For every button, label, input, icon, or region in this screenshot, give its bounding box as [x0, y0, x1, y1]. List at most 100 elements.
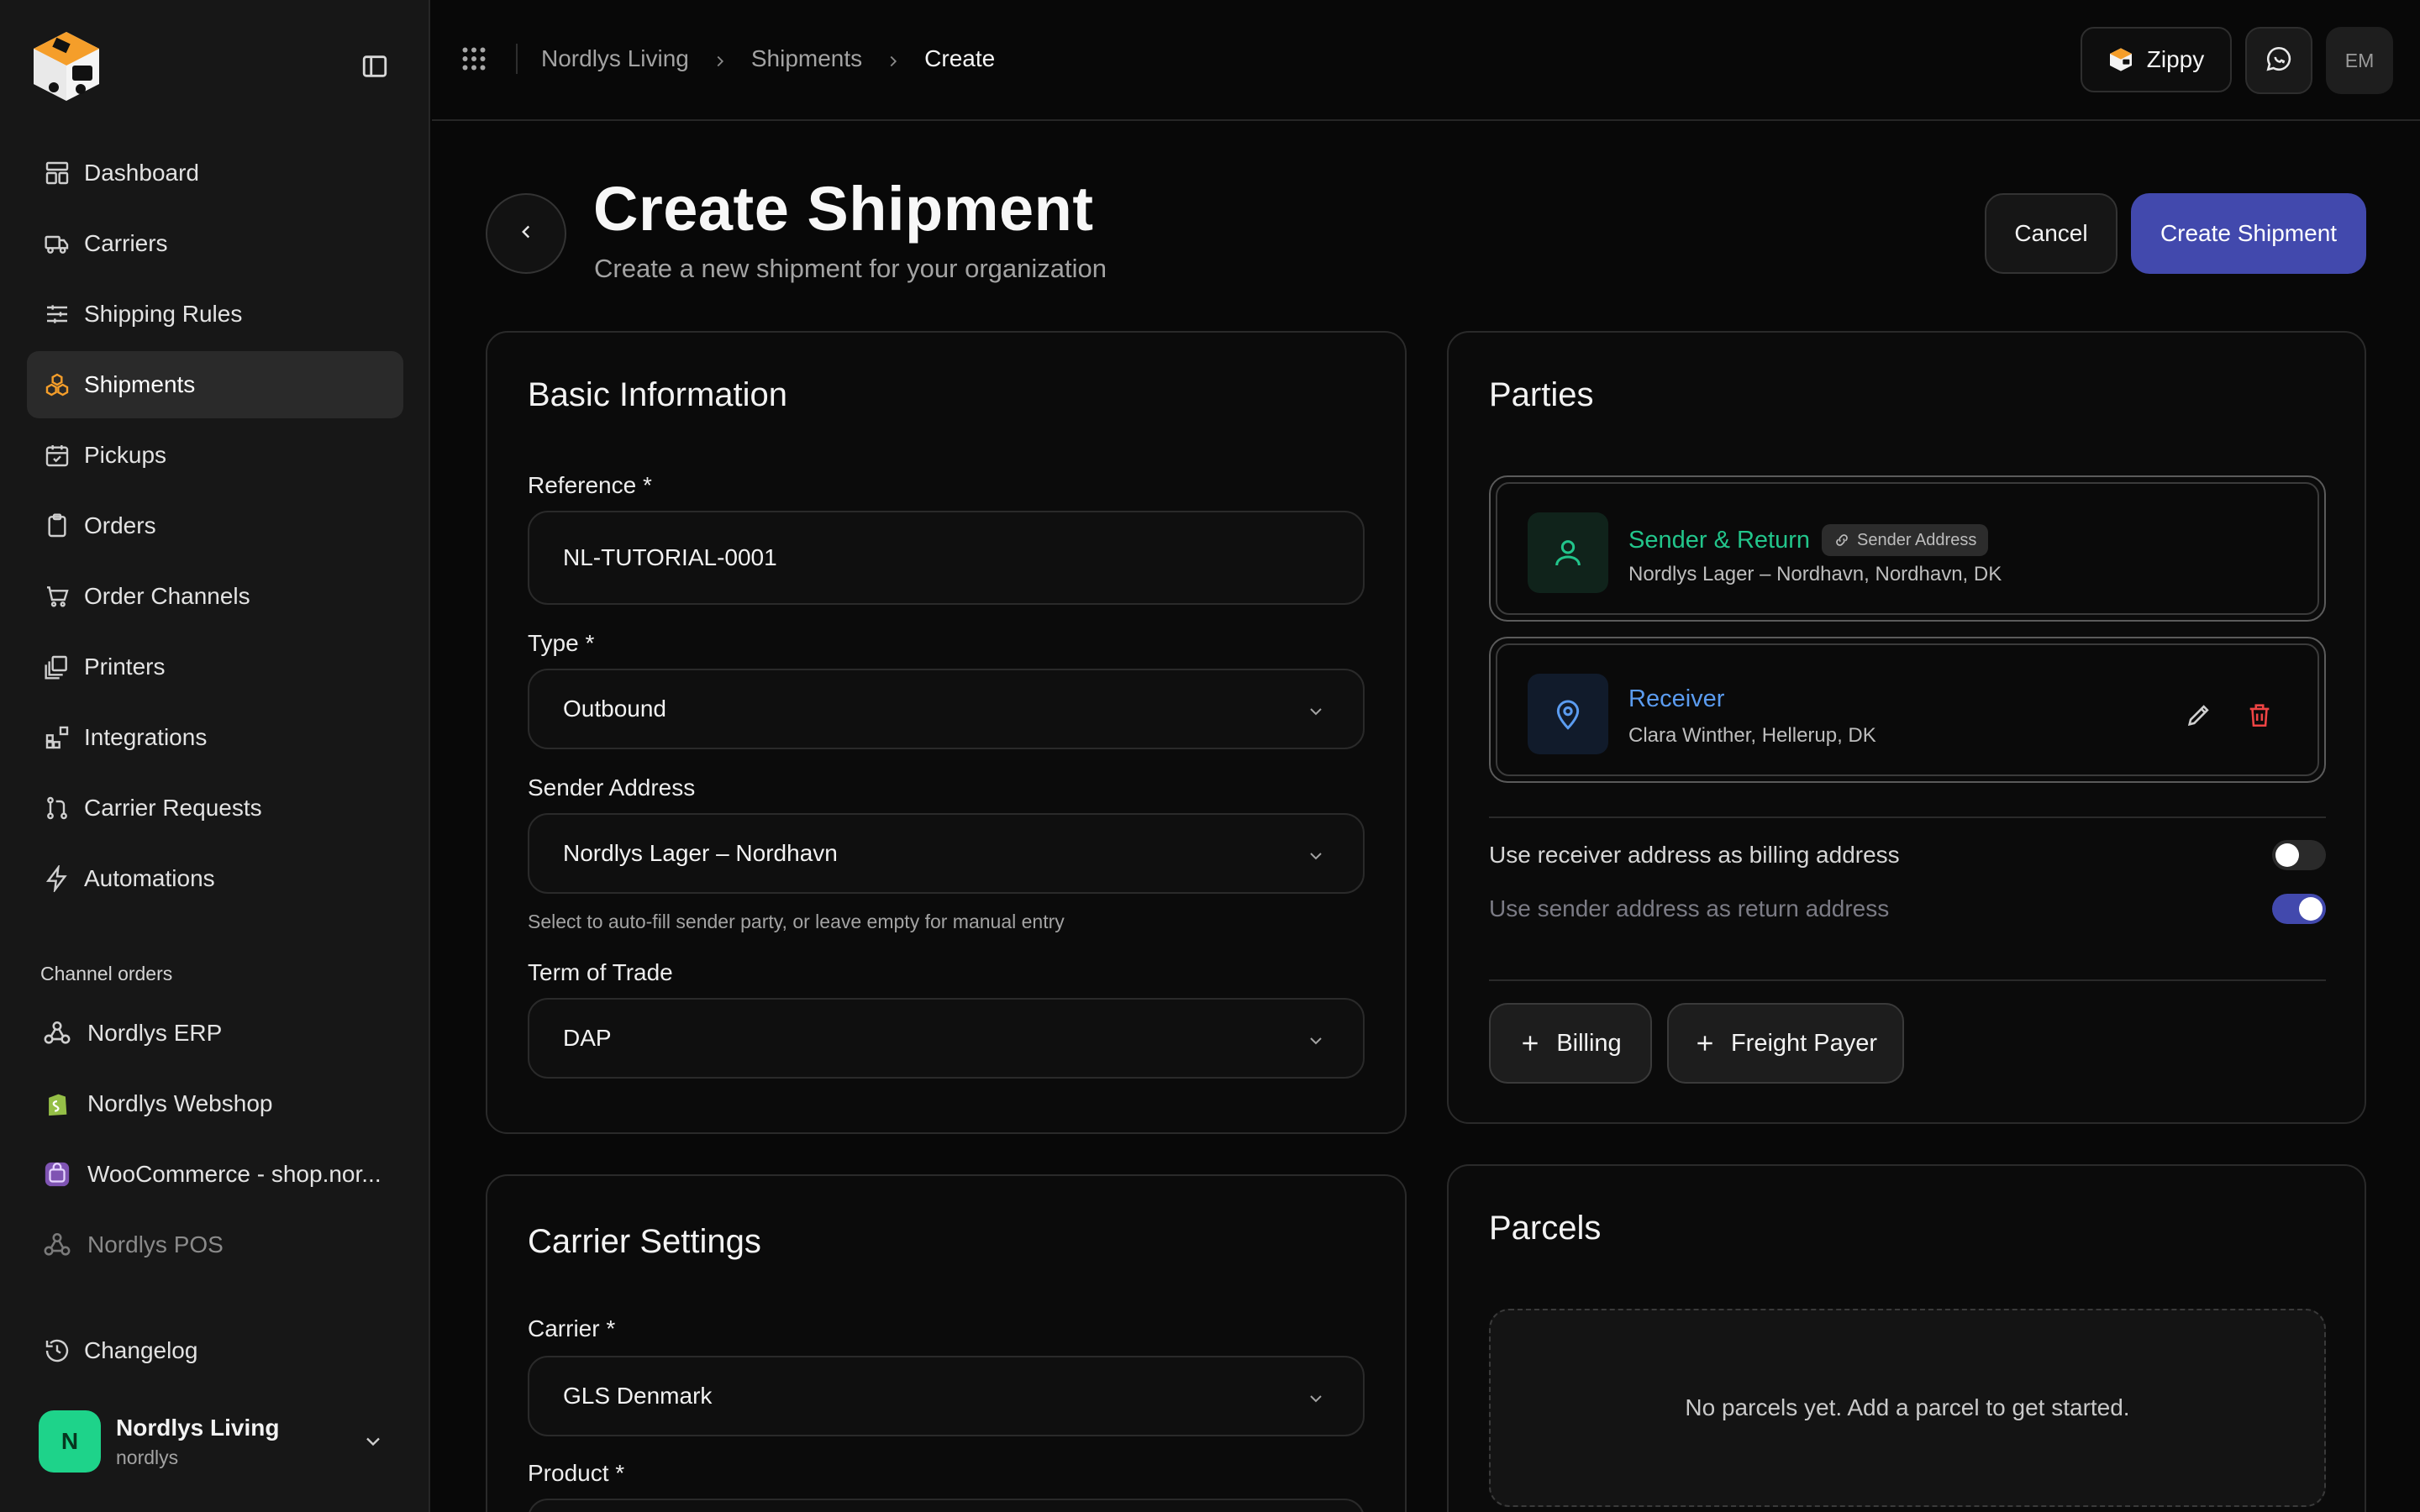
term-of-trade-select[interactable]: DAP	[528, 998, 1365, 1079]
user-icon	[1528, 512, 1608, 593]
channel-list: Nordlys ERP Nordlys Webshop WooCommerce …	[27, 1000, 403, 1282]
channel-item-woocommerce[interactable]: WooCommerce - shop.nor...	[27, 1141, 403, 1208]
sidebar-item-integrations[interactable]: Integrations	[27, 704, 403, 771]
return-toggle[interactable]	[2272, 894, 2326, 924]
toggle-knob	[2275, 843, 2299, 867]
channel-orders-heading: Channel orders	[40, 963, 173, 984]
chevron-down-icon	[1306, 1030, 1326, 1050]
channel-item-nordlys-pos[interactable]: Nordlys POS	[27, 1211, 403, 1278]
plus-icon	[1519, 1032, 1541, 1054]
topbar-divider	[516, 44, 518, 74]
page-title: Create Shipment	[593, 174, 1094, 244]
plus-icon	[1694, 1032, 1716, 1054]
sidebar-nav: Dashboard Carriers Shipping Rules Shipme…	[27, 139, 403, 916]
back-button[interactable]	[486, 193, 566, 274]
blocks-icon	[44, 724, 71, 751]
link-icon	[1833, 532, 1850, 549]
sidebar-item-automations[interactable]: Automations	[27, 845, 403, 912]
sidebar-item-shipments[interactable]: Shipments	[27, 351, 403, 418]
chevron-down-icon	[1306, 845, 1326, 865]
clipboard-icon	[44, 512, 71, 539]
sidebar-item-label: Carrier Requests	[84, 795, 262, 821]
git-pull-icon	[44, 795, 71, 822]
product-label: Product *	[528, 1460, 625, 1486]
chat-button[interactable]	[2245, 27, 2312, 94]
sidebar-toggle-icon[interactable]	[360, 52, 390, 81]
sidebar-item-shipping-rules[interactable]: Shipping Rules	[27, 281, 403, 348]
add-billing-button[interactable]: Billing	[1489, 1003, 1652, 1084]
channel-item-nordlys-erp[interactable]: Nordlys ERP	[27, 1000, 403, 1067]
sender-return-party[interactable]: Sender & Return Sender Address Nordlys L…	[1489, 475, 2326, 622]
cart-icon	[44, 583, 71, 610]
party-title: Receiver	[1628, 685, 1724, 713]
return-toggle-row: Use sender address as return address	[1489, 892, 2326, 926]
sidebar-item-printers[interactable]: Printers	[27, 633, 403, 701]
sidebar-item-dashboard[interactable]: Dashboard	[27, 139, 403, 207]
breadcrumb-current: Create	[924, 45, 996, 71]
card-title: Basic Information	[528, 376, 788, 413]
sidebar-item-pickups[interactable]: Pickups	[27, 422, 403, 489]
app-grid-icon[interactable]	[459, 44, 489, 74]
product-select[interactable]	[528, 1499, 1365, 1512]
card-title: Carrier Settings	[528, 1223, 761, 1260]
channel-item-nordlys-webshop[interactable]: Nordlys Webshop	[27, 1070, 403, 1137]
app-logo[interactable]	[29, 29, 104, 104]
dashboard-icon	[44, 160, 71, 186]
org-switcher[interactable]: N Nordlys Living nordlys	[39, 1410, 392, 1473]
divider	[1489, 979, 2326, 981]
trash-icon[interactable]	[2245, 701, 2274, 729]
sidebar-item-label: Shipping Rules	[84, 301, 243, 327]
sidebar-item-order-channels[interactable]: Order Channels	[27, 563, 403, 630]
type-label: Type *	[528, 630, 595, 656]
chevron-left-icon	[515, 221, 537, 247]
add-billing-label: Billing	[1556, 1029, 1622, 1057]
type-select[interactable]: Outbound	[528, 669, 1365, 749]
receiver-party[interactable]: Receiver Clara Winther, Hellerup, DK	[1489, 637, 2326, 783]
sender-address-value: Nordlys Lager – Nordhavn	[563, 840, 838, 866]
map-pin-icon	[1528, 674, 1608, 754]
sidebar-item-carrier-requests[interactable]: Carrier Requests	[27, 774, 403, 842]
reference-input[interactable]: NL-TUTORIAL-0001	[528, 511, 1365, 605]
cancel-button[interactable]: Cancel	[1985, 193, 2118, 274]
return-toggle-label: Use sender address as return address	[1489, 895, 1890, 921]
channel-label: Nordlys POS	[87, 1231, 224, 1257]
shopify-icon	[42, 1089, 72, 1119]
changelog-link[interactable]: Changelog	[44, 1337, 197, 1364]
sidebar-item-carriers[interactable]: Carriers	[27, 210, 403, 277]
divider	[1489, 816, 2326, 818]
tag-label: Sender Address	[1857, 530, 1977, 549]
page-subtitle: Create a new shipment for your organizat…	[594, 254, 1107, 283]
carrier-select[interactable]: GLS Denmark	[528, 1356, 1365, 1436]
zippy-label: Zippy	[2146, 46, 2205, 72]
sender-address-label: Sender Address	[528, 774, 696, 801]
sidebar-item-label: Shipments	[84, 371, 196, 397]
channel-label: Nordlys Webshop	[87, 1090, 273, 1116]
billing-toggle[interactable]	[2272, 840, 2326, 870]
user-avatar[interactable]: EM	[2326, 27, 2393, 94]
receiver-desc: Clara Winther, Hellerup, DK	[1628, 724, 1876, 747]
calendar-check-icon	[44, 442, 71, 469]
webhook-icon	[42, 1018, 72, 1048]
app-window: Dashboard Carriers Shipping Rules Shipme…	[0, 0, 2420, 1512]
sidebar-item-orders[interactable]: Orders	[27, 492, 403, 559]
parties-card: Parties Sender & Return Sender Address N…	[1447, 331, 2366, 1124]
sender-address-select[interactable]: Nordlys Lager – Nordhavn	[528, 813, 1365, 894]
toggle-knob	[2299, 897, 2323, 921]
boxes-icon	[44, 371, 71, 398]
chevron-right-icon	[711, 50, 729, 68]
lightning-icon	[44, 864, 71, 894]
pencil-icon[interactable]	[2185, 701, 2213, 729]
message-icon	[2265, 45, 2293, 77]
sidebar-item-label: Dashboard	[84, 160, 199, 186]
zippy-button[interactable]: Zippy	[2081, 27, 2232, 92]
sender-return-title: Sender & Return	[1628, 526, 1811, 554]
org-name: Nordlys Living	[116, 1414, 280, 1441]
add-freight-payer-button[interactable]: Freight Payer	[1667, 1003, 1904, 1084]
truck-icon	[44, 230, 71, 257]
breadcrumb-org[interactable]: Nordlys Living	[541, 45, 689, 72]
sender-address-hint: Select to auto-fill sender party, or lea…	[528, 911, 1065, 932]
create-shipment-button[interactable]: Create Shipment	[2131, 193, 2366, 274]
chevron-down-icon	[361, 1430, 385, 1453]
breadcrumb-shipments[interactable]: Shipments	[751, 45, 862, 72]
breadcrumb: Nordlys Living Shipments Create	[541, 45, 995, 72]
